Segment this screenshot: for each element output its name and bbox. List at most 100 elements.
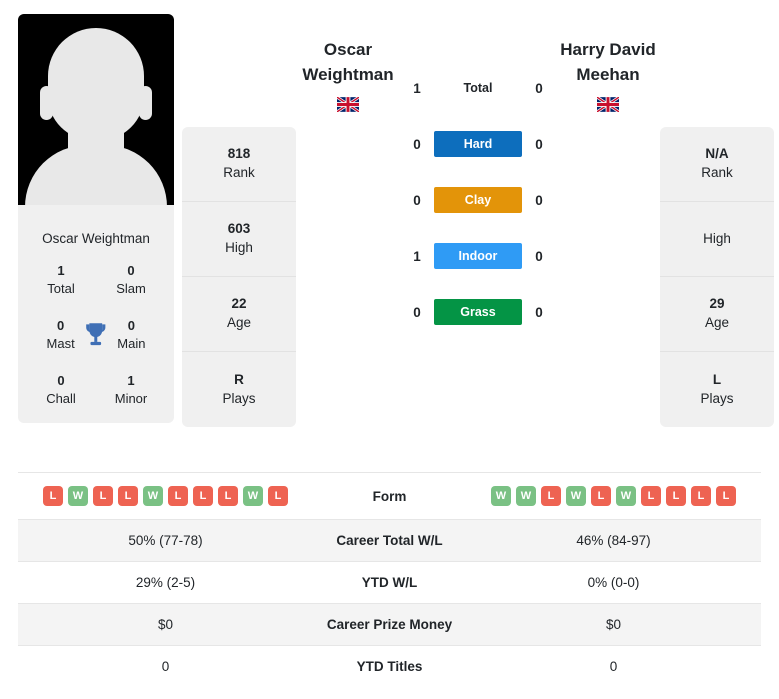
- form-chip-left-3: L: [118, 486, 138, 506]
- stat-label: High: [703, 230, 731, 246]
- stat-age-left: 22 Age: [182, 277, 296, 352]
- table-row-ytd-titles: 0 YTD Titles 0: [18, 645, 761, 688]
- value-left: 29% (2-5): [135, 575, 196, 590]
- value-left: 0: [161, 659, 170, 674]
- title-value: 1: [127, 373, 135, 389]
- h2h-left-score: 1: [413, 80, 421, 96]
- h2h-left-score: 0: [413, 304, 421, 320]
- h2h-left-score: 0: [413, 136, 421, 152]
- value-right: $0: [605, 617, 622, 632]
- comparison-table: LWLLWLLLWL Form WWLWLWLLLL 50% (77-78) C…: [18, 472, 761, 687]
- h2h-right-score: 0: [535, 304, 543, 320]
- surface-badge-clay[interactable]: Clay: [434, 187, 522, 213]
- title-stat-total-left: 1 Total: [38, 262, 84, 297]
- form-chip-left-0: L: [43, 486, 63, 506]
- stat-value: R: [234, 371, 244, 387]
- h2h-row-hard: 0 Hard 0: [400, 116, 556, 172]
- player-heading-left: Oscar Weightman: [296, 14, 400, 113]
- stat-value: 22: [231, 296, 247, 312]
- title-label: Chall: [46, 390, 76, 406]
- stat-label: Age: [226, 315, 252, 330]
- h2h-row-clay: 0 Clay 0: [400, 172, 556, 228]
- h2h-left-score: 1: [413, 248, 421, 264]
- form-chip-right-4: L: [591, 486, 611, 506]
- form-chip-right-1: W: [516, 486, 536, 506]
- gb-flag-icon: [337, 97, 359, 113]
- form-strip-left: LWLLWLLLWL: [22, 486, 309, 506]
- title-label: Minor: [114, 390, 148, 406]
- surface-badge-hard[interactable]: Hard: [434, 131, 522, 157]
- form-chip-right-8: L: [691, 486, 711, 506]
- form-chip-right-3: W: [566, 486, 586, 506]
- titles-grid-left: 1 Total 0 Slam 0 Mast 0 Main 0 Chall 1 M…: [18, 262, 174, 423]
- stat-label: Age: [704, 315, 730, 330]
- stat-panel-right: N/A Rank High 29 Age L Plays: [660, 127, 774, 427]
- player-name-line1: Oscar: [323, 40, 373, 59]
- table-row-career-wl: 50% (77-78) Career Total W/L 46% (84-97): [18, 519, 761, 562]
- form-cell-right: WWLWLWLLLL: [466, 473, 761, 520]
- h2h-right-score: 0: [535, 136, 543, 152]
- trophy-icon: [86, 322, 106, 345]
- form-chip-right-5: W: [616, 486, 636, 506]
- surface-badge-grass[interactable]: Grass: [434, 299, 522, 325]
- player-name-line2: Weightman: [302, 64, 394, 84]
- form-chip-right-0: W: [491, 486, 511, 506]
- player-comparison-page: Oscar Weightman 1 Total 0 Slam 0 Mast 0 …: [0, 0, 779, 699]
- title-label: Mast: [46, 335, 75, 351]
- stat-value: N/A: [705, 146, 729, 162]
- value-right: 46% (84-97): [576, 533, 651, 548]
- form-chip-left-9: L: [268, 486, 288, 506]
- title-value: 1: [57, 263, 65, 278]
- value-left: 50% (77-78): [128, 533, 203, 548]
- stat-value: 818: [227, 146, 251, 162]
- stat-age-right: 29 Age: [660, 277, 774, 352]
- player-photo-left: [18, 14, 174, 215]
- form-chip-left-1: W: [68, 486, 88, 506]
- form-chip-left-4: W: [143, 486, 163, 506]
- title-value: 0: [56, 318, 65, 334]
- title-stat-main-left: 0 Main: [109, 317, 154, 352]
- title-label: Slam: [116, 280, 146, 296]
- title-stat-slam-left: 0 Slam: [108, 262, 154, 297]
- table-row-career-prize: $0 Career Prize Money $0: [18, 603, 761, 646]
- h2h-right-score: 0: [535, 80, 543, 96]
- h2h-left-score: 0: [413, 192, 421, 208]
- form-chip-right-9: L: [716, 486, 736, 506]
- player-heading-right: Harry David Meehan: [556, 14, 660, 113]
- stat-high-right: High: [660, 202, 774, 277]
- surface-badge-indoor[interactable]: Indoor: [434, 243, 522, 269]
- stat-label: Plays: [700, 390, 734, 406]
- row-label-form: Form: [372, 488, 407, 504]
- form-chip-left-2: L: [93, 486, 113, 506]
- head-to-head-column: 1 Total 0 0 Hard 0 0 Clay 0 1 Indoor 0 0: [400, 14, 556, 340]
- value-right: 0% (0-0): [587, 575, 640, 590]
- h2h-right-score: 0: [535, 192, 543, 208]
- gb-flag-icon: [597, 97, 619, 113]
- form-chip-right-2: L: [541, 486, 561, 506]
- h2h-row-indoor: 1 Indoor 0: [400, 228, 556, 284]
- form-cell-left: LWLLWLLLWL: [18, 473, 313, 520]
- form-chip-right-7: L: [666, 486, 686, 506]
- form-strip-right: WWLWLWLLLL: [470, 486, 757, 506]
- form-chip-right-6: L: [641, 486, 661, 506]
- title-stat-mast-left: 0 Mast: [38, 317, 83, 352]
- stat-value: L: [712, 371, 722, 387]
- stat-plays-right: L Plays: [660, 352, 774, 427]
- form-chip-left-8: W: [243, 486, 263, 506]
- row-label-career-wl: Career Total W/L: [336, 533, 443, 548]
- title-value: 0: [127, 263, 135, 278]
- stat-label: Rank: [701, 165, 733, 180]
- form-chip-left-5: L: [168, 486, 188, 506]
- stat-plays-left: R Plays: [182, 352, 296, 427]
- stat-high-left: 603 High: [182, 202, 296, 277]
- player-card-left[interactable]: Oscar Weightman 1 Total 0 Slam 0 Mast 0 …: [18, 14, 174, 424]
- title-value: 0: [57, 373, 65, 389]
- form-chip-left-6: L: [193, 486, 213, 506]
- stat-label: Rank: [223, 165, 255, 180]
- stat-label: Plays: [222, 390, 256, 406]
- title-value: 0: [127, 318, 135, 334]
- form-chip-left-7: L: [218, 486, 238, 506]
- comparison-header: Oscar Weightman 1 Total 0 Slam 0 Mast 0 …: [0, 0, 779, 472]
- player-name-line2: Meehan: [576, 64, 640, 84]
- table-row-form: LWLLWLLLWL Form WWLWLWLLLL: [18, 472, 761, 520]
